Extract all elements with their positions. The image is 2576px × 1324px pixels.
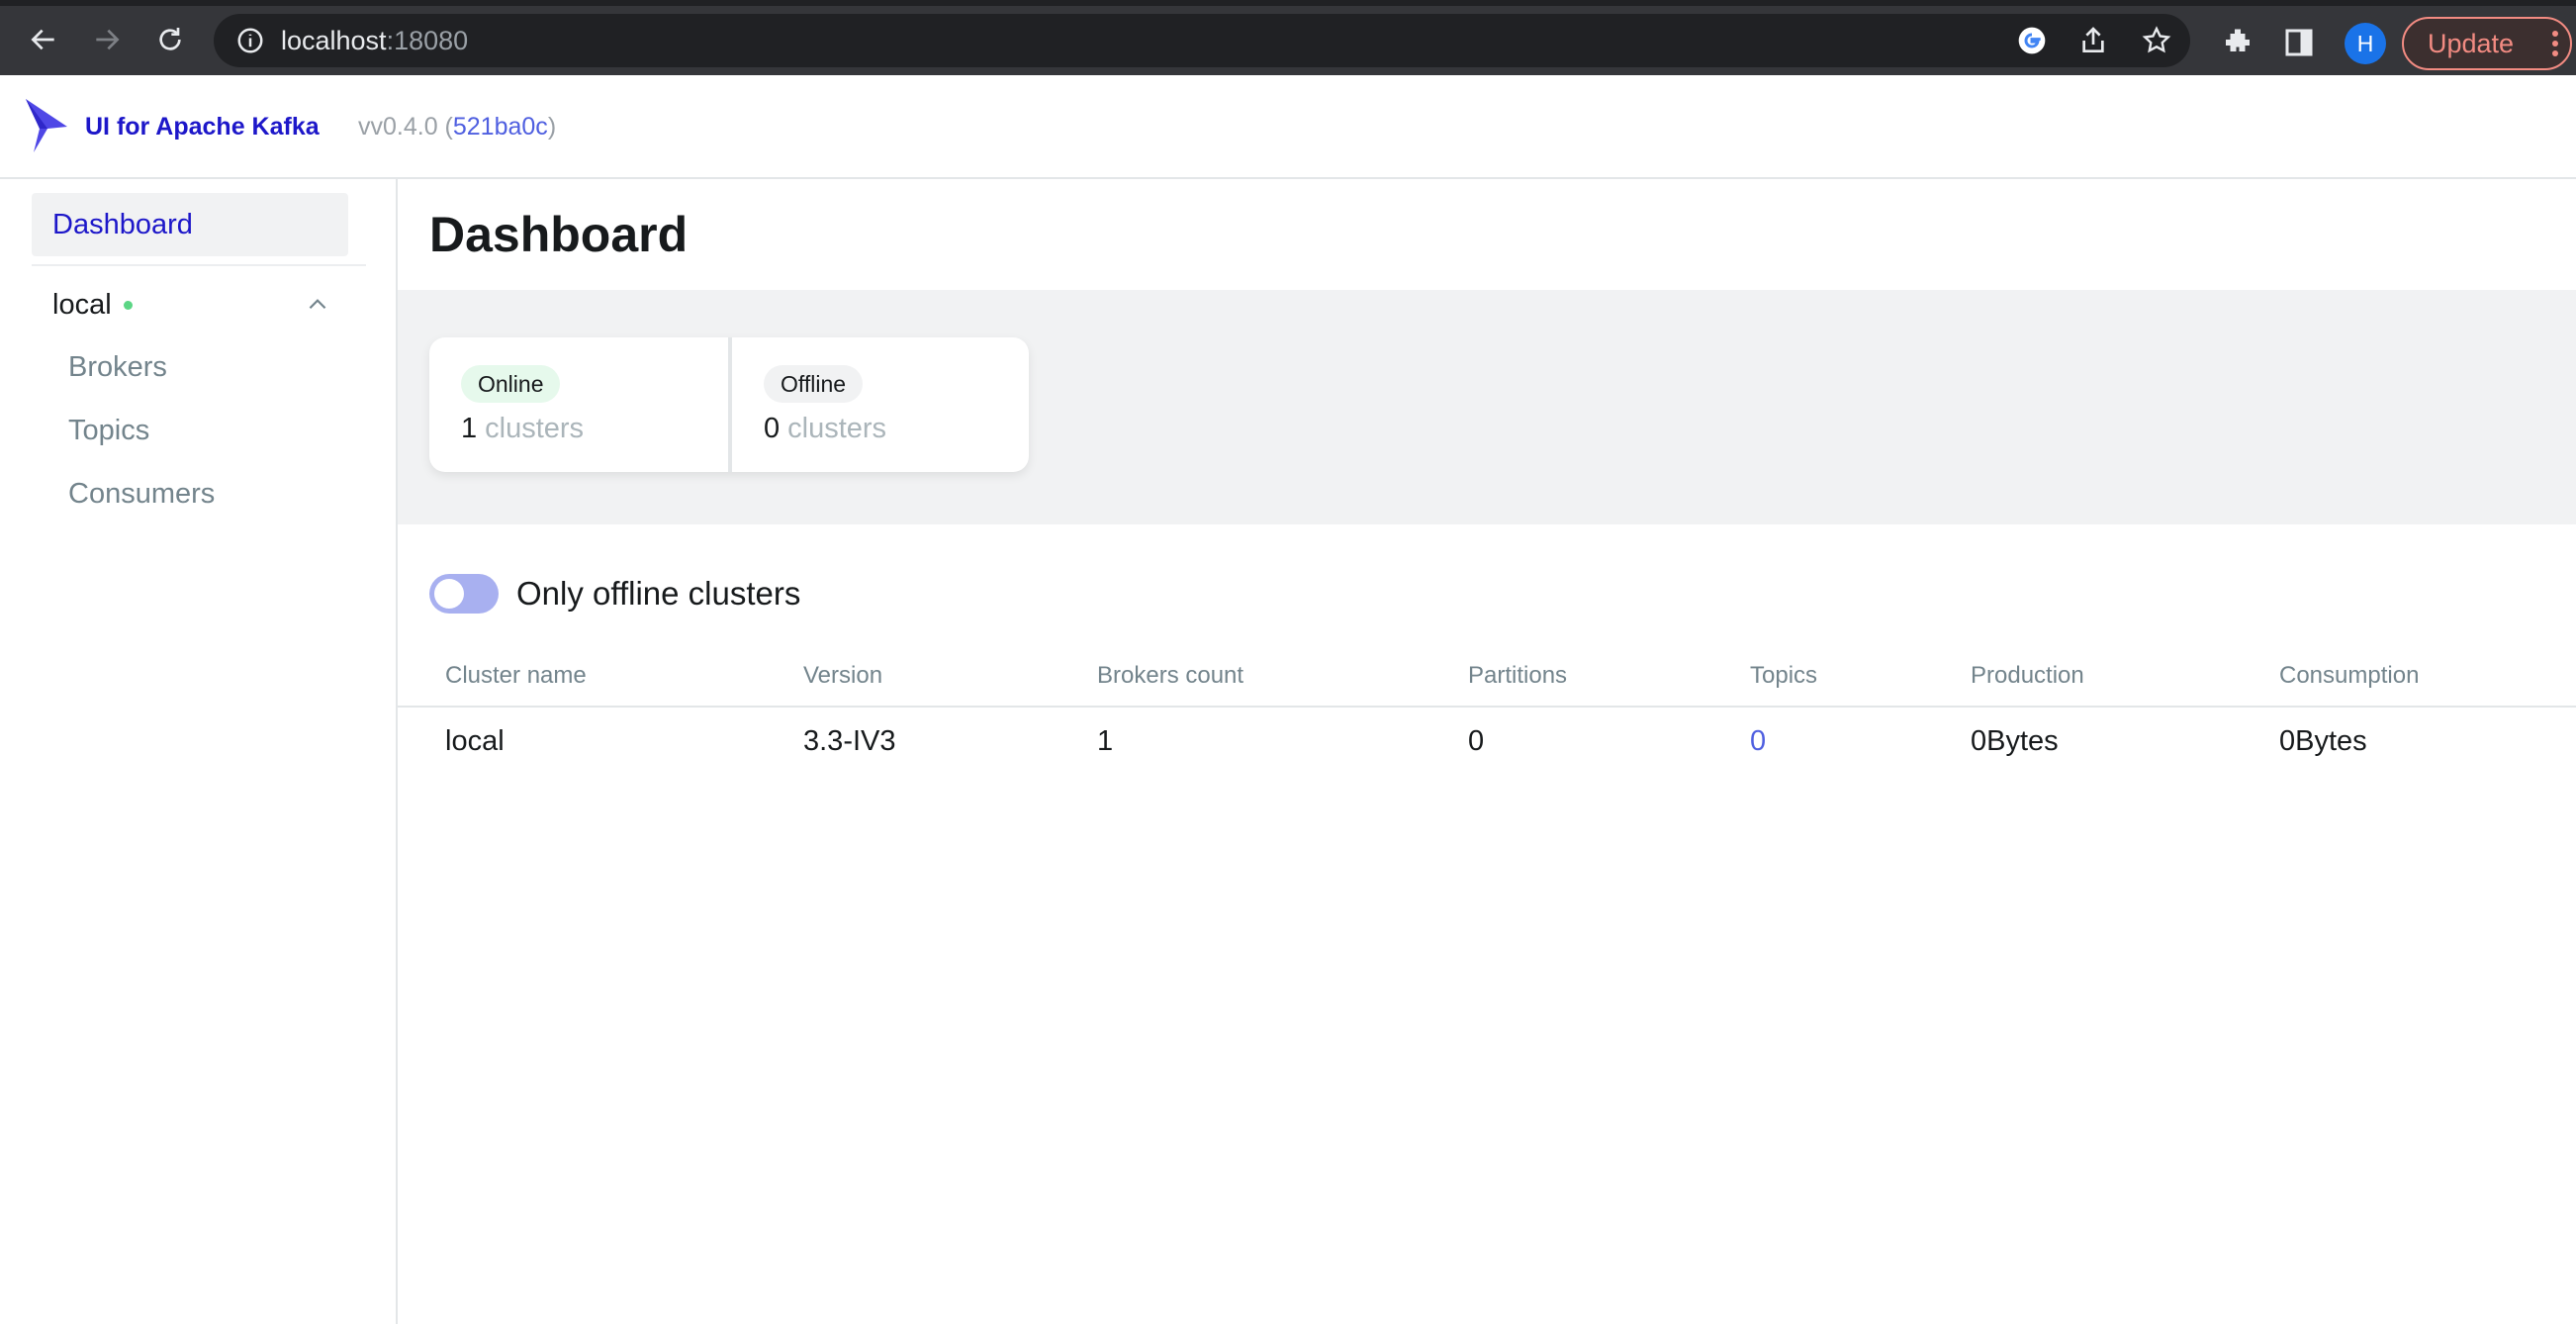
cell-cluster-name: local xyxy=(445,725,505,757)
app-header: UI for Apache Kafka vv0.4.0 (521ba0c) xyxy=(0,75,2576,179)
cell-production: 0Bytes xyxy=(1971,725,2059,757)
back-button[interactable] xyxy=(24,20,63,59)
sidebar-item-topics[interactable]: Topics xyxy=(68,411,149,450)
offline-filter: Only offline clusters xyxy=(429,569,800,618)
column-header[interactable]: Partitions xyxy=(1468,662,1567,690)
url-text: localhost:18080 xyxy=(281,24,468,57)
cell-brokers-count: 1 xyxy=(1097,725,1114,757)
offline-count-unit: clusters xyxy=(787,413,887,444)
info-icon[interactable] xyxy=(235,26,265,55)
more-vert-icon xyxy=(2552,31,2558,56)
profile-avatar[interactable]: H xyxy=(2345,23,2386,64)
share-icon[interactable] xyxy=(2077,25,2109,56)
main-content: Dashboard Online 1 clusters Offline 0 clus… xyxy=(398,179,2576,1324)
version-suffix: ) xyxy=(547,113,557,141)
cell-partitions: 0 xyxy=(1468,725,1485,757)
column-header[interactable]: Production xyxy=(1971,662,2084,690)
online-count-value: 1 xyxy=(461,413,478,444)
online-count-unit: clusters xyxy=(485,413,585,444)
star-icon[interactable] xyxy=(2141,25,2172,56)
column-header[interactable]: Topics xyxy=(1750,662,1817,690)
forward-arrow-icon xyxy=(96,29,120,50)
sidebar-item-dashboard[interactable]: Dashboard xyxy=(32,193,348,256)
commit-hash-link[interactable]: 521ba0c xyxy=(453,113,548,141)
sidebar-item-consumers[interactable]: Consumers xyxy=(68,474,215,514)
sidebar-item-brokers[interactable]: Brokers xyxy=(68,347,167,387)
side-panel-icon[interactable] xyxy=(2281,25,2317,60)
only-offline-toggle[interactable] xyxy=(429,574,499,614)
online-badge: Online xyxy=(461,365,561,403)
column-header[interactable]: Brokers count xyxy=(1097,662,1243,690)
url-port: :18080 xyxy=(386,26,469,55)
update-button[interactable]: Update xyxy=(2402,17,2572,70)
back-arrow-icon xyxy=(31,29,54,50)
browser-toolbar: localhost:18080 H Update xyxy=(0,0,2576,75)
column-header[interactable]: Cluster name xyxy=(445,662,587,690)
reload-button[interactable] xyxy=(150,20,190,59)
online-count: 1 clusters xyxy=(461,409,584,448)
cell-version: 3.3-IV3 xyxy=(803,725,896,757)
sidebar-divider xyxy=(32,264,366,266)
address-bar[interactable]: localhost:18080 xyxy=(214,14,2190,67)
url-host: localhost xyxy=(281,26,387,55)
extensions-icon[interactable] xyxy=(2220,25,2255,60)
app-name[interactable]: UI for Apache Kafka xyxy=(85,113,320,142)
google-icon[interactable] xyxy=(2016,25,2048,56)
table-row[interactable]: local 3.3-IV3 1 0 0 0Bytes 0Bytes xyxy=(398,708,2576,779)
column-header[interactable]: Version xyxy=(803,662,882,690)
only-offline-label: Only offline clusters xyxy=(516,575,801,612)
column-header[interactable]: Consumption xyxy=(2279,662,2419,690)
app-version: vv0.4.0 (521ba0c) xyxy=(358,113,556,142)
cell-consumption: 0Bytes xyxy=(2279,725,2367,757)
table-header-row: Cluster name Version Brokers count Parti… xyxy=(398,644,2576,708)
toggle-knob xyxy=(434,579,464,609)
cluster-status-cards: Online 1 clusters Offline 0 clusters xyxy=(429,337,1029,472)
cell-topics-link[interactable]: 0 xyxy=(1750,725,1766,758)
offline-clusters-card: Offline 0 clusters xyxy=(728,337,1027,472)
chevron-up-icon[interactable] xyxy=(305,292,330,318)
sidebar-cluster-local[interactable]: local xyxy=(52,285,133,325)
offline-count-value: 0 xyxy=(764,413,781,444)
cluster-name: local xyxy=(52,289,112,321)
online-clusters-card: Online 1 clusters xyxy=(429,337,728,472)
version-number: vv0.4.0 ( xyxy=(358,113,453,141)
online-status-dot xyxy=(123,300,133,310)
reload-icon xyxy=(159,28,181,50)
offline-count: 0 clusters xyxy=(764,409,886,448)
metrics-section: Online 1 clusters Offline 0 clusters xyxy=(398,290,2576,524)
sidebar: Dashboard local Brokers Topics Consumers xyxy=(0,179,398,1324)
page-title: Dashboard xyxy=(429,207,689,262)
kafka-logo-icon[interactable] xyxy=(24,95,69,154)
forward-button[interactable] xyxy=(87,20,127,59)
update-label: Update xyxy=(2428,28,2515,58)
offline-badge: Offline xyxy=(764,365,864,403)
